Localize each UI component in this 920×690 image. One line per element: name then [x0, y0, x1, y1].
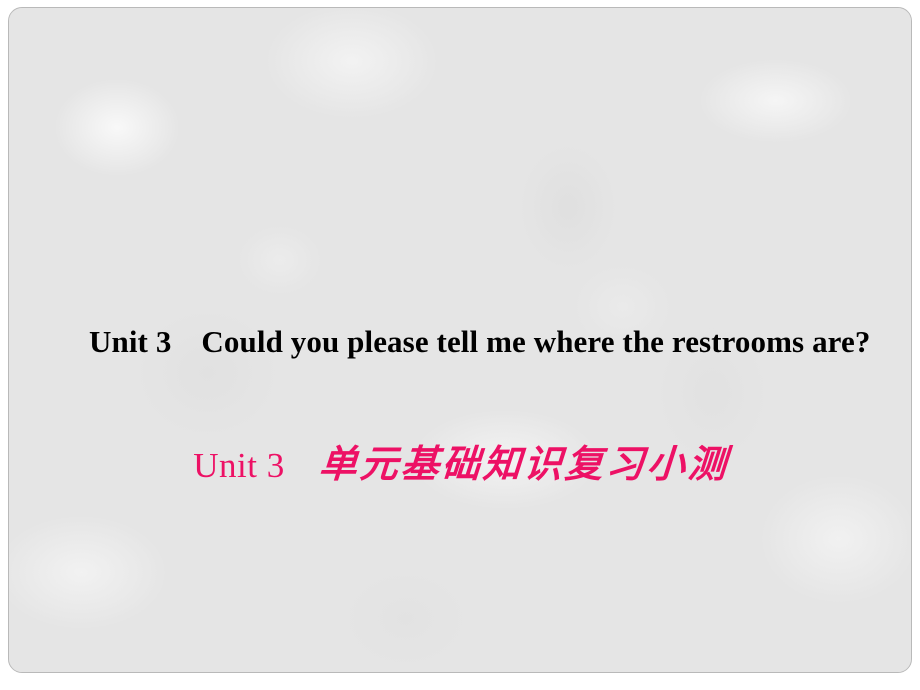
presentation-slide: Unit 3 Could you please tell me where th… — [8, 7, 912, 673]
slide-content-area: Unit 3 Could you please tell me where th… — [9, 8, 911, 672]
slide-title: Unit 3 Could you please tell me where th… — [89, 321, 879, 363]
slide-subtitle: Unit 3 单元基础知识复习小测 — [9, 436, 911, 492]
title-question-text: Could you please tell me where the restr… — [201, 324, 871, 359]
subtitle-unit-label: Unit 3 — [193, 446, 285, 485]
title-unit-label: Unit 3 — [89, 324, 172, 359]
subtitle-chinese-text: 单元基础知识复习小测 — [317, 442, 731, 486]
